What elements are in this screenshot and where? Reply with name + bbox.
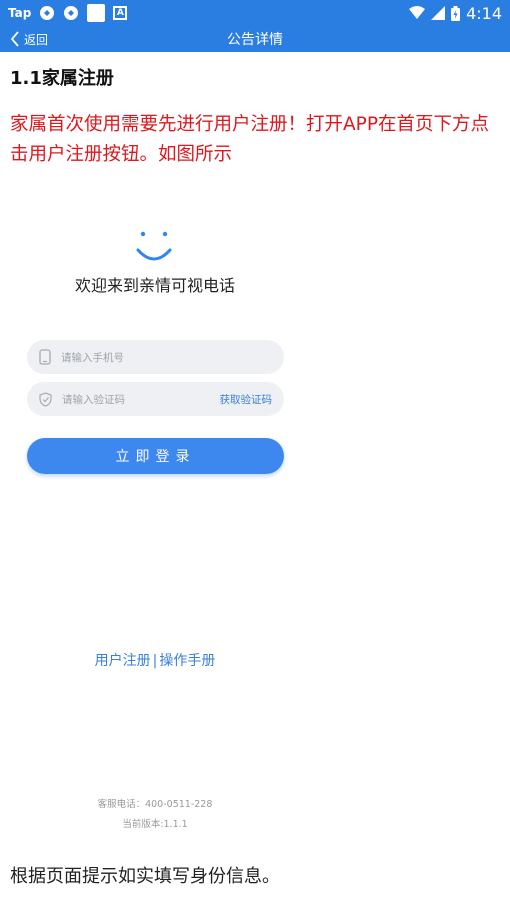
carrier-label: Tap (8, 6, 32, 20)
code-placeholder: 请输入验证码 (62, 393, 125, 406)
manual-link: 操作手册 (159, 653, 216, 669)
back-label: 返回 (24, 32, 49, 47)
nav-bar: 返回 公告详情 (0, 26, 510, 52)
phone-icon (39, 349, 51, 365)
sync-icon (40, 6, 55, 20)
smile-icon (136, 231, 172, 261)
phone-field: 请输入手机号 (27, 340, 284, 374)
get-code-link: 获取验证码 (219, 393, 273, 406)
app-badge-icon: A (113, 6, 128, 20)
article-outro: 根据页面提示如实填写身份信息。 (10, 866, 280, 887)
sync-icon (64, 6, 79, 20)
app-version: 当前版本:1.1.1 (122, 819, 188, 830)
status-bar: Tap A 4:14 (0, 0, 510, 26)
page-title: 公告详情 (227, 32, 283, 48)
notification-square-icon (87, 4, 106, 22)
welcome-text: 欢迎来到亲情可视电话 (74, 276, 235, 295)
signal-icon (431, 6, 446, 20)
battery-icon (451, 5, 461, 21)
code-field: 请输入验证码 获取验证码 (27, 382, 284, 416)
login-button-image: 立即登录 (27, 438, 284, 474)
link-separator: | (152, 653, 158, 669)
register-link: 用户注册 (94, 653, 151, 669)
register-manual-links: 用户注册 | 操作手册 (0, 650, 310, 670)
back-button[interactable]: 返回 (0, 31, 48, 48)
embedded-login-screenshot: 欢迎来到亲情可视电话 请输入手机号 请输入验证码 获取验证码 立即登录 用户注册… (0, 198, 310, 838)
shield-icon (39, 391, 52, 407)
service-phone: 客服电话：400-0511-228 (97, 799, 213, 810)
wifi-icon (409, 6, 426, 19)
article-intro: 家属首次使用需要先进行用户注册！打开APP在首页下方点击用户注册按钮。如图所示 (10, 114, 489, 165)
clock: 4:14 (466, 3, 502, 23)
chevron-left-icon (10, 31, 19, 47)
phone-placeholder: 请输入手机号 (61, 351, 124, 364)
article-heading: 1.1家属注册 (10, 68, 114, 89)
